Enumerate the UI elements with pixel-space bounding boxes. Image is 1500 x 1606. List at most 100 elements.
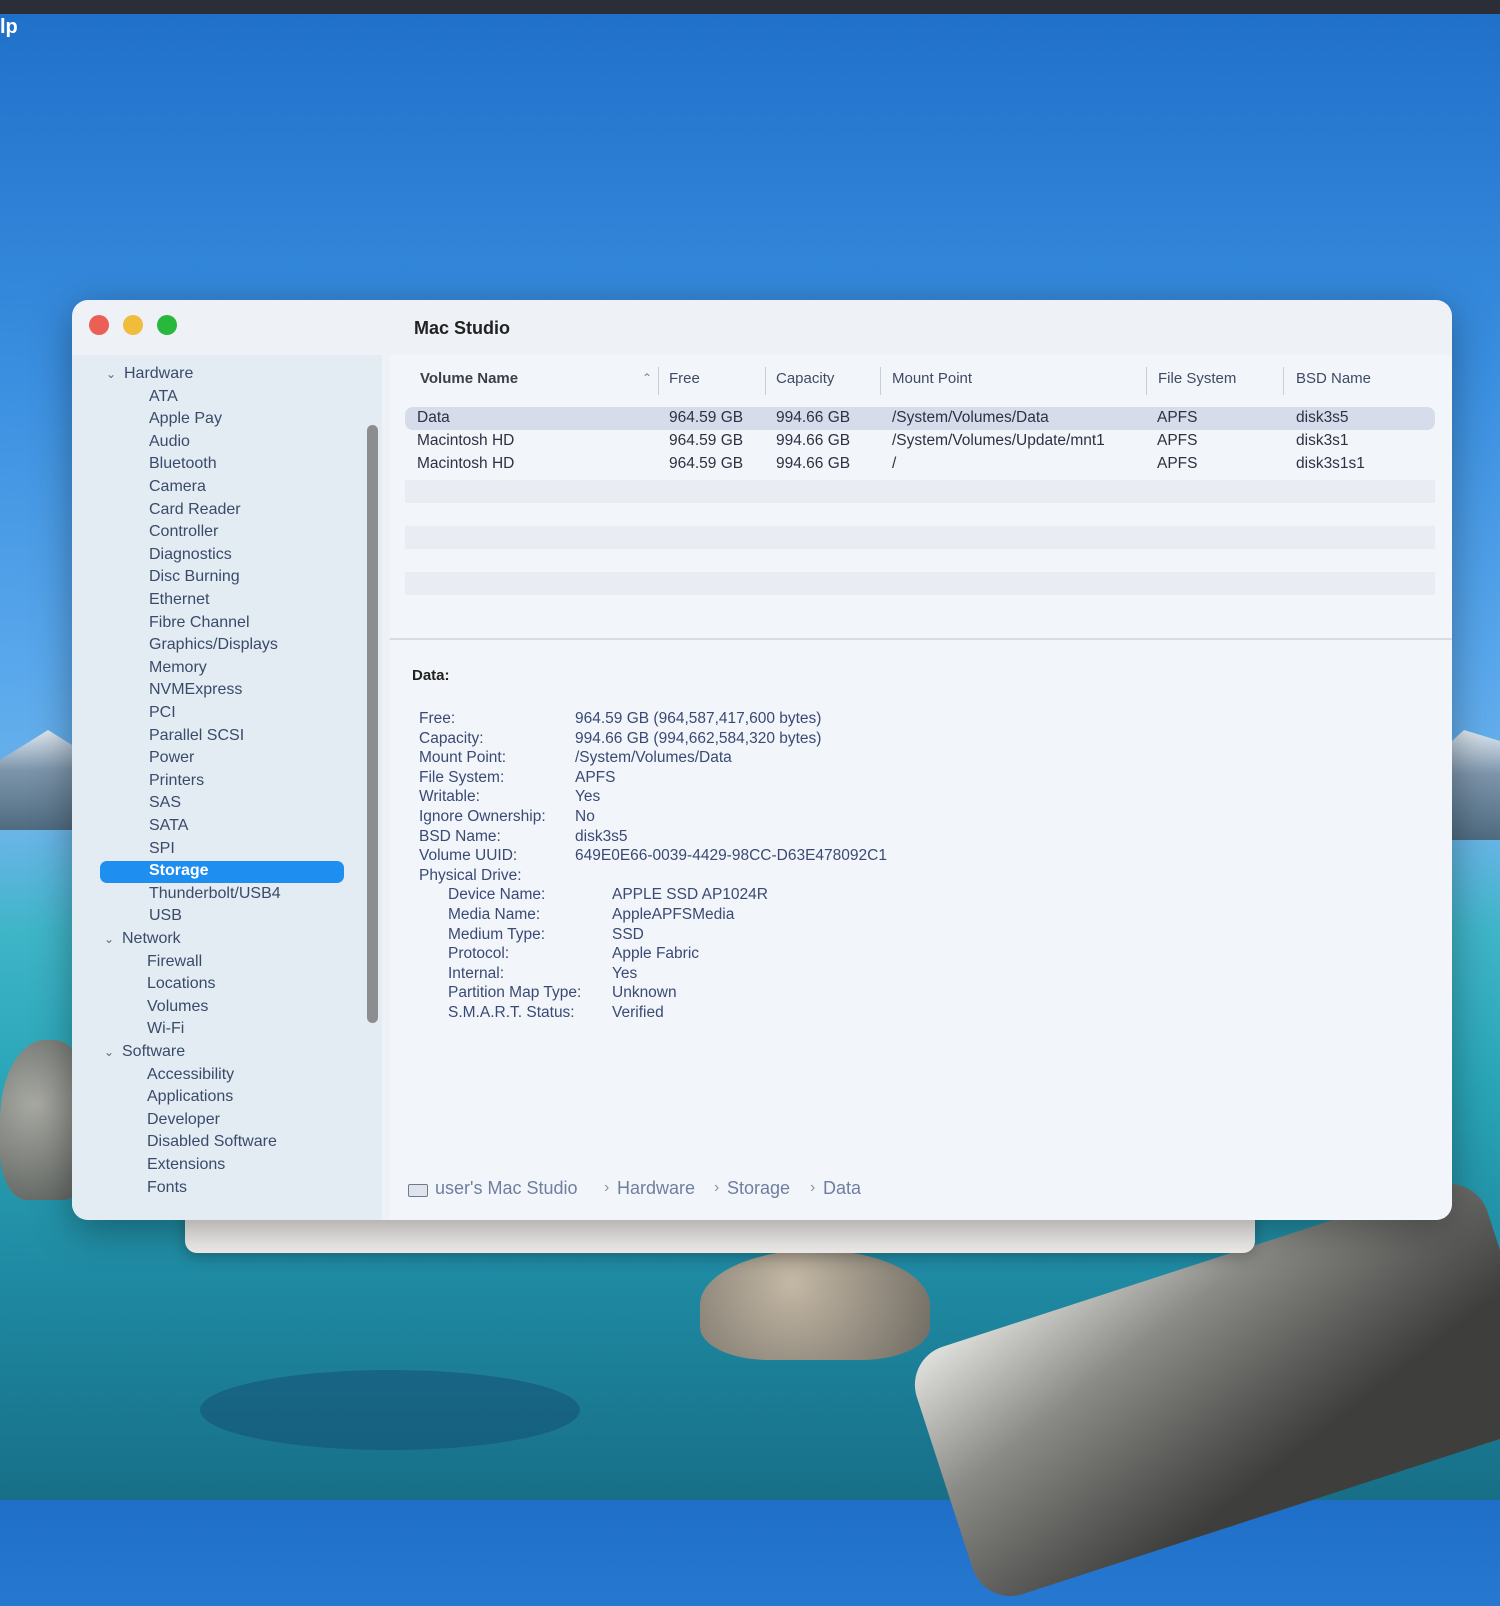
sidebar-item-sas[interactable]: SAS [149,794,181,812]
sidebar-group-network[interactable]: ⌄ Network [104,930,181,948]
cell-volume-name: Macintosh HD [417,432,515,449]
detail-value: 994.66 GB (994,662,584,320 bytes) [575,729,822,747]
column-header-volume-name[interactable]: Volume Name [420,370,518,387]
path-separator: › [604,1179,610,1196]
column-separator[interactable] [1146,367,1147,395]
path-segment[interactable]: Data [823,1178,861,1199]
sidebar-item-disc-burning[interactable]: Disc Burning [149,568,240,586]
sidebar-item-audio[interactable]: Audio [149,433,190,451]
detail-label: Physical Drive: [419,866,522,884]
chevron-down-icon[interactable]: ⌄ [104,932,116,946]
path-segment[interactable]: user's Mac Studio [435,1178,578,1199]
sidebar-item-parallel-scsi[interactable]: Parallel SCSI [149,727,244,745]
physical-drive-label: Partition Map Type: [448,984,582,1002]
sidebar-item-pci[interactable]: PCI [149,704,176,722]
sidebar-item-power[interactable]: Power [149,749,194,767]
cell-volume-name: Data [417,409,450,426]
sidebar-item-ata[interactable]: ATA [149,388,178,406]
cell-bsd-name: disk3s5 [1296,409,1349,426]
column-separator[interactable] [658,367,659,395]
sidebar-item-locations[interactable]: Locations [147,975,216,993]
physical-drive-value: Unknown [612,984,677,1002]
detail-value: 649E0E66-0039-4429-98CC-D63E478092C1 [575,847,887,865]
sidebar-item-volumes[interactable]: Volumes [147,998,208,1016]
column-separator[interactable] [1283,367,1284,395]
detail-value: No [575,808,595,825]
column-header-bsd-name[interactable]: BSD Name [1296,370,1371,387]
chevron-down-icon[interactable]: ⌄ [104,1045,116,1059]
cell-file-system: APFS [1157,455,1198,472]
sidebar-scrollbar[interactable] [367,425,378,1023]
path-segment[interactable]: Hardware [617,1178,695,1199]
cell-mount-point: /System/Volumes/Update/mnt1 [892,432,1105,449]
sidebar-item-graphics-displays[interactable]: Graphics/Displays [149,636,278,654]
column-header-capacity[interactable]: Capacity [776,370,834,387]
computer-icon [408,1184,428,1197]
sidebar-item-spi[interactable]: SPI [149,840,175,858]
close-button[interactable] [89,315,109,335]
sidebar-item-usb[interactable]: USB [149,907,182,925]
cell-capacity: 994.66 GB [776,455,851,472]
column-separator[interactable] [765,367,766,395]
detail-label: Writable: [419,788,480,806]
physical-drive-value: Verified [612,1004,664,1021]
sidebar-item-card-reader[interactable]: Card Reader [149,501,241,519]
sidebar-item-ethernet[interactable]: Ethernet [149,591,209,609]
wallpaper-rock [700,1250,930,1360]
sidebar-item-fibre-channel[interactable]: Fibre Channel [149,614,250,632]
zoom-button[interactable] [157,315,177,335]
window-title: Mac Studio [414,318,511,338]
sidebar-item-controller[interactable]: Controller [149,523,218,541]
physical-drive-label: Media Name: [448,906,541,923]
sidebar-item-accessibility[interactable]: Accessibility [147,1066,234,1084]
detail-label: File System: [419,768,505,786]
cell-free: 964.59 GB [669,432,744,449]
sidebar-group-label: Network [122,930,181,947]
sidebar-item-nvmexpress[interactable]: NVMExpress [149,681,242,699]
physical-drive-value: AppleAPFSMedia [612,906,735,923]
sidebar-item-applications[interactable]: Applications [147,1088,233,1106]
sidebar-item-extensions[interactable]: Extensions [147,1156,225,1174]
sidebar-item-apple-pay[interactable]: Apple Pay [149,410,222,428]
table-row[interactable]: Macintosh HD 964.59 GB 994.66 GB / APFS disk3… [405,453,1435,476]
cell-free: 964.59 GB [669,455,744,472]
physical-drive-value: Yes [612,964,638,982]
sidebar-item-storage[interactable]: Storage [149,862,209,880]
sidebar-item-bluetooth[interactable]: Bluetooth [149,455,217,473]
sidebar-group-label: Hardware [124,365,194,382]
sidebar-item-firewall[interactable]: Firewall [147,953,202,971]
detail-label: BSD Name: [419,827,501,845]
sidebar-item-camera[interactable]: Camera [149,478,206,496]
sidebar-item-memory[interactable]: Memory [149,659,207,677]
chevron-down-icon[interactable]: ⌄ [106,367,118,381]
cell-file-system: APFS [1157,409,1198,426]
cell-bsd-name: disk3s1s1 [1296,455,1365,472]
wallpaper-water-shadow [200,1370,580,1450]
sidebar-group-software[interactable]: ⌄ Software [104,1043,185,1061]
physical-drive-value: APPLE SSD AP1024R [612,886,768,904]
physical-drive-value: Apple Fabric [612,945,700,963]
column-header-file-system[interactable]: File System [1158,370,1236,387]
menu-help-fragment[interactable]: lp [0,16,18,39]
sidebar-item-disabled-software[interactable]: Disabled Software [147,1133,277,1151]
sidebar-item-diagnostics[interactable]: Diagnostics [149,546,232,564]
sidebar-item-thunderbolt-usb4[interactable]: Thunderbolt/USB4 [149,885,281,903]
sidebar-group-hardware[interactable]: ⌄ Hardware [106,365,193,383]
sidebar-selection-highlight [100,861,344,884]
sidebar-item-sata[interactable]: SATA [149,817,188,835]
sidebar-item-developer[interactable]: Developer [147,1111,220,1129]
path-segment[interactable]: Storage [727,1178,790,1199]
detail-value: /System/Volumes/Data [575,749,732,767]
column-header-free[interactable]: Free [669,370,700,387]
column-header-mount-point[interactable]: Mount Point [892,370,972,387]
sidebar-item-fonts[interactable]: Fonts [147,1179,187,1197]
split-divider[interactable] [390,638,1452,640]
detail-label: Volume UUID: [419,847,518,865]
empty-row [405,572,1435,595]
table-row[interactable]: Macintosh HD 964.59 GB 994.66 GB/System/Vo… [405,430,1435,453]
column-separator[interactable] [880,367,881,395]
sidebar-item-printers[interactable]: Printers [149,772,204,790]
sidebar-item-wi-fi[interactable]: Wi-Fi [147,1020,184,1038]
table-row[interactable]: Data 964.59 GB 994.66 GB/System/Volumes/Da… [405,407,1435,430]
minimize-button[interactable] [123,315,143,335]
